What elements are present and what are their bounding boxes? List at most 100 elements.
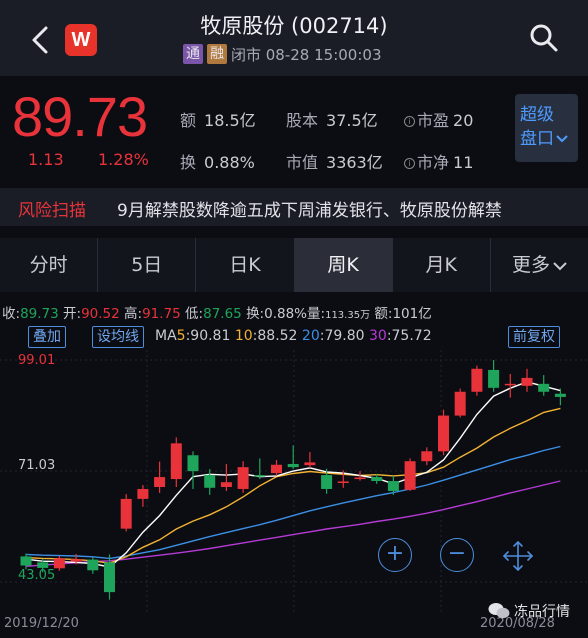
stat-pe-label: 市盈: [417, 111, 450, 130]
low-value: 87.65: [203, 306, 242, 322]
candle-body: [187, 455, 199, 472]
candle-body: [454, 391, 466, 416]
forward-adjust-button[interactable]: 前复权: [508, 326, 560, 348]
candle-info-row: 收:89.73 开:90.52 高:91.75 低:87.65 换:0.88%量…: [2, 302, 588, 322]
tab-weekly-k[interactable]: 周K: [294, 238, 393, 292]
open-label: 开:: [63, 306, 82, 322]
candle-body: [287, 463, 299, 468]
candle-body: [120, 498, 132, 529]
super-orderbook-line1: 超级: [520, 105, 554, 125]
candle-body: [170, 443, 182, 480]
stock-connect-badge: 通: [183, 44, 203, 64]
fullscreen-move-icon[interactable]: [500, 538, 536, 574]
risk-scan-text: 9月解禁股数降逾五成下周浦发银行、牧原股份解禁: [117, 201, 502, 221]
stat-capital-label: 股本: [286, 111, 319, 130]
stat-capital-value: 37.5亿: [326, 111, 378, 130]
weekly-kline-chart[interactable]: [0, 350, 588, 638]
last-price: 89.73: [12, 85, 148, 148]
candle-body: [321, 475, 333, 489]
tab-intraday[interactable]: 分时: [0, 238, 99, 292]
search-icon[interactable]: [528, 22, 560, 54]
wechat-watermark: 冻品行情: [488, 601, 570, 621]
candle-body: [404, 461, 416, 490]
candle-body: [387, 481, 399, 491]
candle-body: [337, 481, 349, 484]
risk-scan-banner[interactable]: 风险扫描 9月解禁股数降逾五成下周浦发银行、牧原股份解禁: [0, 188, 588, 226]
info-icon: i: [404, 158, 415, 169]
stat-mcap: 市值 3363亿: [286, 149, 383, 173]
super-orderbook-button[interactable]: 超级 盘口: [515, 94, 578, 162]
market-status-text: 闭市 08-28 15:00:03: [231, 45, 382, 64]
candle-body: [20, 556, 32, 566]
stat-pb-value: 11: [453, 153, 474, 172]
stat-turnover-label: 换: [180, 153, 197, 172]
amt-value: 101亿: [392, 306, 432, 322]
ma30-label: 30: [368, 328, 387, 344]
ma10-value: :88.52: [252, 328, 298, 344]
candle-body: [237, 467, 249, 489]
candle-body: [204, 475, 216, 488]
candle-body: [538, 383, 550, 392]
ma10-label: 10: [234, 328, 253, 344]
tab-monthly-k[interactable]: 月K: [393, 238, 491, 292]
candle-body: [371, 477, 383, 482]
ma20-value: :79.80: [319, 328, 365, 344]
candle-body: [438, 415, 449, 452]
candle-body: [137, 488, 149, 499]
ma5-label: 5: [176, 328, 186, 344]
stat-turnover: 换 0.88%: [180, 149, 255, 173]
market-status-line: 通 融 闭市 08-28 15:00:03: [183, 43, 382, 65]
ma-row: 叠加 设均线 MA5:90.81 10:88.52 20:79.80 30:75…: [0, 326, 588, 350]
close-value: 89.73: [20, 306, 59, 322]
tab-more[interactable]: 更多: [491, 238, 588, 292]
x-axis-start-label: 2019/12/20: [4, 616, 79, 631]
chevron-down-icon: [553, 262, 567, 271]
stat-amount-label: 额: [180, 111, 197, 130]
ma-values: MA5:90.81 10:88.52 20:79.80 30:75.72: [155, 328, 432, 344]
ma10-line: [25, 407, 561, 564]
overlay-button[interactable]: 叠加: [28, 326, 66, 348]
stat-pb-label: 市净: [417, 153, 450, 172]
tab-daily-k[interactable]: 日K: [196, 238, 295, 292]
candle-body: [70, 559, 82, 562]
stat-amount: 额 18.5亿: [180, 107, 256, 131]
candle-body: [554, 393, 566, 397]
set-ma-button[interactable]: 设均线: [92, 326, 144, 348]
ma5-line: [25, 381, 561, 568]
stock-title: 牧原股份 (002714): [200, 14, 388, 38]
y-axis-max-label: 99.01: [18, 353, 56, 368]
candle-body: [471, 368, 483, 392]
amt-label: 额:: [374, 306, 393, 322]
ma5-value: :90.81: [185, 328, 231, 344]
super-orderbook-line2: 盘口: [520, 127, 578, 151]
wechat-icon: [488, 603, 510, 619]
risk-scan-label: 风险扫描: [18, 201, 86, 221]
turn-value: 0.88%: [264, 306, 308, 322]
open-value: 90.52: [81, 306, 120, 322]
zoom-out-button[interactable]: −: [440, 538, 474, 572]
stat-pb[interactable]: i 市净 11: [404, 149, 473, 173]
stat-mcap-value: 3363亿: [326, 153, 383, 172]
candle-body: [304, 462, 316, 466]
quote-panel: 89.73 1.13 1.28% 额 18.5亿 股本 37.5亿 i 市盈 20 换0…: [0, 76, 588, 186]
stat-amount-value: 18.5亿: [204, 111, 256, 130]
y-axis-min-label: 43.05: [18, 568, 56, 583]
stat-pe-value: 20: [453, 111, 474, 130]
price-change-pct: 1.28%: [98, 150, 149, 169]
info-icon: i: [404, 116, 415, 127]
high-value: 91.75: [142, 306, 181, 322]
zoom-in-button[interactable]: +: [378, 538, 412, 572]
high-label: 高:: [124, 306, 143, 322]
tab-5day[interactable]: 5日: [98, 238, 197, 292]
stat-mcap-label: 市值: [286, 153, 319, 172]
ma20-label: 20: [301, 328, 320, 344]
candle-body: [53, 558, 65, 569]
candle-body: [354, 477, 366, 480]
close-label: 收:: [2, 306, 21, 322]
vol-value: 113.35万: [325, 310, 371, 321]
candle-body: [254, 475, 266, 477]
stat-pe[interactable]: i 市盈 20: [404, 107, 473, 131]
candle-body: [220, 482, 232, 487]
low-label: 低:: [185, 306, 204, 322]
turn-label: 换:: [246, 306, 265, 322]
